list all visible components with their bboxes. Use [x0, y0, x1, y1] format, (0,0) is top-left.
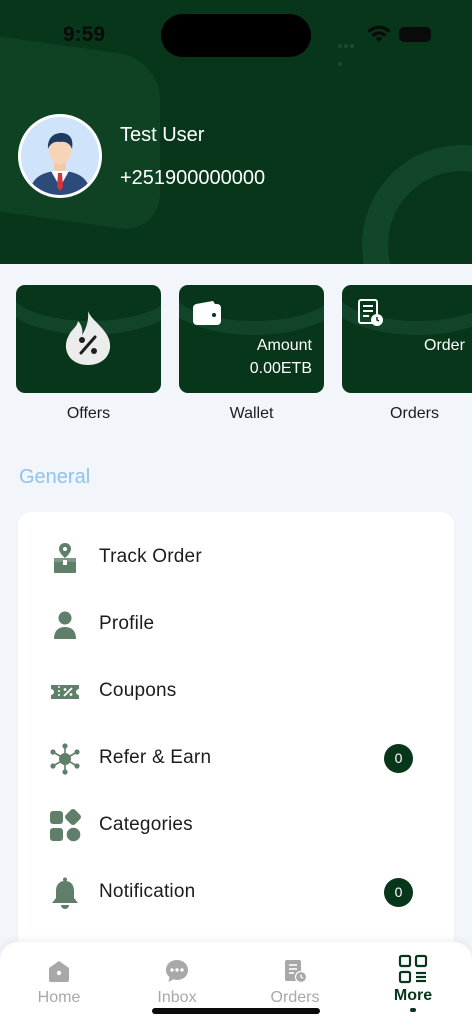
dynamic-island: [161, 14, 311, 57]
section-title-general: General: [19, 466, 91, 488]
notification-count-badge: 0: [384, 878, 413, 907]
nav-label: More: [393, 987, 433, 1004]
user-avatar-icon: [21, 117, 99, 195]
nav-label: Home: [37, 989, 81, 1006]
home-icon: [49, 961, 69, 982]
menu-label: Profile: [99, 613, 155, 634]
wifi-icon: [367, 25, 391, 42]
header-ring-decoration: [362, 145, 472, 264]
menu-item-categories[interactable]: Categories: [18, 797, 454, 853]
menu-item-coupons[interactable]: Coupons: [18, 663, 454, 719]
order-list-icon: [358, 299, 383, 326]
orders-card[interactable]: Order: [342, 285, 472, 393]
avatar[interactable]: [18, 114, 102, 198]
menu-label: Refer & Earn: [99, 747, 212, 768]
general-menu: Track Order Profile Coupons Refer & Earn…: [18, 512, 454, 982]
refer-network-icon: [50, 743, 80, 775]
user-name: Test User: [120, 124, 205, 146]
menu-item-refer-earn[interactable]: Refer & Earn 0: [18, 730, 454, 786]
offers-label: Offers: [66, 405, 111, 422]
menu-label: Coupons: [99, 680, 177, 701]
refer-count-badge: 0: [384, 744, 413, 773]
profile-header: 9:59 Test User +251900000000: [0, 0, 472, 264]
wallet-label: Wallet: [229, 405, 274, 422]
nav-label: Inbox: [157, 989, 197, 1006]
wallet-amount-label: Amount: [256, 337, 312, 354]
home-indicator: [152, 1008, 320, 1014]
nav-label: Orders: [270, 989, 320, 1006]
status-time: 9:59: [63, 23, 106, 46]
wallet-card[interactable]: Amount 0.00ETB: [179, 285, 324, 393]
grid-menu-icon: [398, 954, 428, 984]
categories-icon: [50, 809, 81, 842]
chat-icon: [166, 960, 188, 982]
nav-home[interactable]: Home: [14, 942, 104, 1024]
orders-icon: [285, 960, 308, 984]
bell-icon: [52, 877, 78, 909]
track-order-icon: [54, 543, 76, 573]
wallet-icon: [193, 301, 221, 325]
orders-card-text: Order: [424, 337, 465, 354]
menu-item-notification[interactable]: Notification 0: [18, 864, 454, 920]
offers-card[interactable]: [16, 285, 161, 393]
user-phone: +251900000000: [120, 167, 266, 189]
menu-label: Categories: [99, 814, 193, 835]
quick-cards-row: Offers Amount 0.00ETB Wallet Order Order…: [0, 285, 472, 425]
coupon-icon: [51, 685, 79, 699]
menu-label: Track Order: [99, 546, 202, 567]
active-indicator: [410, 1008, 416, 1012]
nav-more[interactable]: More: [368, 942, 458, 1024]
menu-label: Notification: [99, 881, 196, 902]
orders-label: Orders: [390, 405, 439, 422]
person-icon: [54, 611, 76, 639]
battery-icon: [399, 27, 431, 42]
signal-icon: [338, 35, 360, 66]
menu-item-profile[interactable]: Profile: [18, 596, 454, 652]
menu-item-track-order[interactable]: Track Order: [18, 529, 454, 585]
wallet-amount-value: 0.00ETB: [249, 360, 312, 377]
discount-flame-icon: [65, 311, 111, 365]
